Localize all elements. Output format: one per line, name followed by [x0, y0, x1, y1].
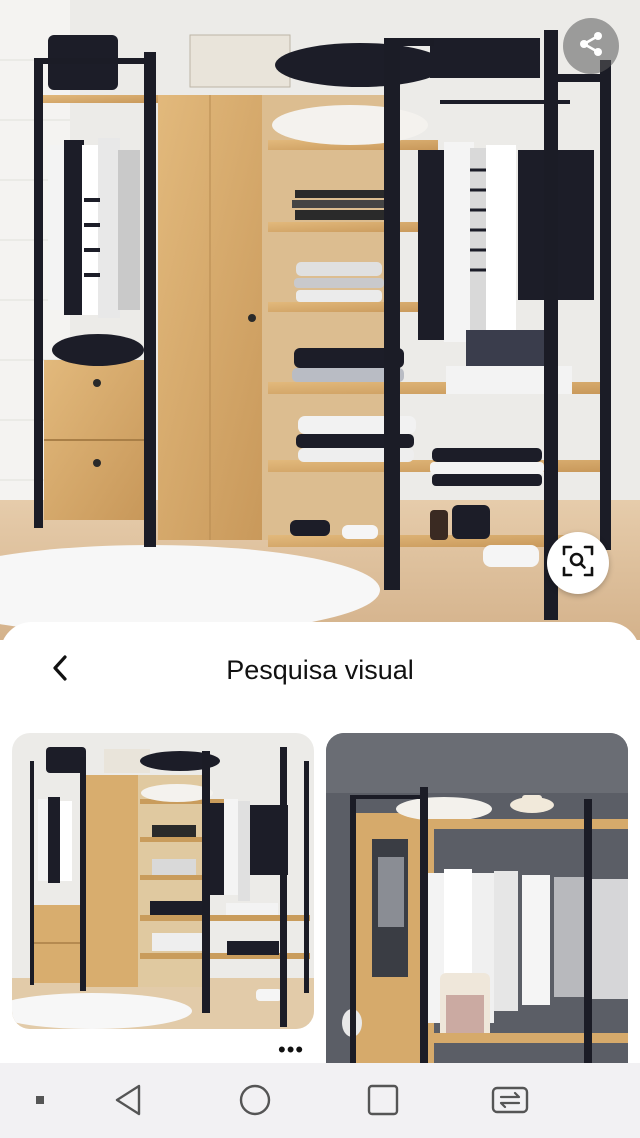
more-options-button[interactable]: •••	[278, 1039, 304, 1061]
result-card-2[interactable]	[326, 733, 628, 1063]
visual-search-button[interactable]	[547, 532, 609, 594]
system-navigation-bar	[0, 1063, 640, 1138]
page-title: Pesquisa visual	[226, 655, 414, 685]
share-icon	[576, 29, 606, 64]
back-triangle-icon[interactable]	[106, 1080, 150, 1120]
menu-dot-icon[interactable]	[30, 1080, 50, 1120]
home-circle-icon[interactable]	[233, 1080, 277, 1120]
hero-image[interactable]	[0, 0, 640, 640]
result-card-1[interactable]	[12, 733, 314, 1029]
visual-search-lens-icon	[561, 544, 595, 583]
recents-square-icon[interactable]	[361, 1080, 405, 1120]
share-button[interactable]	[563, 18, 619, 74]
switch-app-icon[interactable]	[488, 1080, 532, 1120]
